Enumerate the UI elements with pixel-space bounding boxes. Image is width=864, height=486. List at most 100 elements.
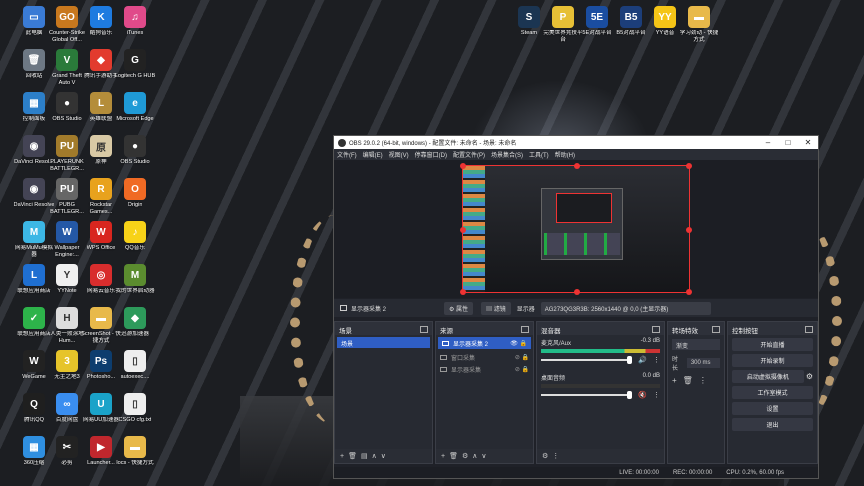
resize-handle[interactable] [460, 227, 466, 233]
menu-item[interactable]: 工具(T) [529, 150, 549, 159]
desktop-icon-label: 原神 [95, 159, 107, 165]
desktop-icon-label: Launcher... [87, 460, 115, 466]
obs-window[interactable]: OBS 29.0.2 (64-bit, windows) - 配置文件: 未命名… [333, 135, 819, 479]
desktop-icon[interactable]: O Origin [114, 178, 156, 209]
gear-icon[interactable]: ⚙ [462, 452, 468, 460]
gear-icon[interactable]: ⚙ [542, 452, 548, 460]
more-icon[interactable]: ⋮ [699, 376, 707, 385]
trash-icon[interactable]: 🗑 [449, 452, 458, 460]
volume-slider[interactable]: 🔊 ⋮ [541, 356, 660, 364]
menu-bar: 文件(F) 编辑(E) 视图(V) 停靠窗口(D) 配置文件(P) 场景集合(S) 工具(T… [334, 149, 818, 160]
desktop-icon[interactable]: ● OBS Studio [114, 135, 156, 166]
source-item[interactable]: 显示器采集 ⊘ 🔒 [436, 363, 533, 375]
obs-icon: ● [56, 92, 78, 114]
exit-button[interactable]: 退出 [732, 418, 813, 431]
resize-handle[interactable] [574, 289, 580, 295]
start-recording-button[interactable]: 开始录制 [732, 354, 813, 367]
audio-channel: 麦克风/Aux -0.3 dB [541, 338, 660, 347]
lock-icon[interactable]: 🔒 [522, 366, 529, 373]
lock-icon[interactable]: 🔒 [522, 354, 529, 361]
more-icon[interactable]: ⋮ [653, 356, 660, 364]
gear-icon[interactable]: ⚙ [806, 372, 813, 381]
resize-handle[interactable] [460, 289, 466, 295]
eye-icon[interactable]: 👁 [510, 340, 518, 347]
display-select[interactable]: AG273QG3R3B: 2560x1440 @ 0,0 (主显示器) [540, 301, 711, 315]
resize-handle[interactable] [686, 163, 692, 169]
trash-icon[interactable]: 🗑 [683, 376, 693, 385]
lenovo-store-icon: L [23, 264, 45, 286]
desktop-icon-label: 必剪 [61, 460, 73, 466]
launcher-icon: ▶ [90, 436, 112, 458]
uu-icon: U [90, 393, 112, 415]
properties-button[interactable]: ⚙ 属性 [444, 301, 474, 315]
text-file-icon: ▯ [124, 393, 146, 415]
duration-input[interactable]: 300 ms [686, 358, 720, 368]
lock-icon[interactable]: 🔒 [520, 340, 527, 347]
scene-item[interactable]: 场景 [337, 337, 430, 348]
down-icon[interactable]: ∨ [381, 452, 386, 460]
speaker-muted-icon[interactable]: 🔇 [638, 391, 647, 399]
desktop-icon[interactable]: ◆ 迅游加速器 [114, 307, 156, 338]
resize-handle[interactable] [686, 289, 692, 295]
tencent-mobile-icon: ◆ [90, 49, 112, 71]
start-virtual-camera-button[interactable]: 启动虚拟摄像机 [732, 370, 804, 383]
desktop-icon[interactable]: ♪ QQ音乐 [114, 221, 156, 252]
recycle-bin-icon: 🗑 [23, 49, 45, 71]
maximize-button[interactable]: □ [778, 138, 798, 147]
more-icon[interactable]: ⋮ [653, 391, 660, 399]
more-icon[interactable]: ⋮ [552, 452, 559, 460]
dock-title: 混音器 [537, 322, 664, 335]
source-item[interactable]: 显示器采集 2 👁 🔒 [438, 337, 531, 349]
desktop-icon[interactable]: e Microsoft Edge [114, 92, 156, 123]
up-icon[interactable]: ∧ [472, 452, 477, 460]
speaker-icon[interactable]: 🔊 [638, 356, 647, 364]
desktop-icon[interactable]: G Logitech G HUB [114, 49, 156, 80]
desktop-icon[interactable]: ▬ locs - 快捷方式 [114, 436, 156, 467]
desktop-icon-label: 我的世界启动器 [115, 288, 155, 294]
menu-item[interactable]: 文件(F) [337, 150, 357, 159]
add-icon[interactable]: + [672, 376, 677, 385]
menu-item[interactable]: 配置文件(P) [453, 150, 485, 159]
davinci-icon: ◉ [23, 135, 45, 157]
desktop-icon[interactable]: ▯ autoexec.... [114, 350, 156, 381]
trash-icon[interactable]: 🗑 [348, 452, 357, 460]
minimize-button[interactable]: – [758, 138, 778, 147]
desktop-icon-label: OBS Studio [52, 116, 82, 122]
origin-icon: O [124, 178, 146, 200]
menu-item[interactable]: 场景集合(S) [491, 150, 523, 159]
bijian-icon: ✂ [56, 436, 78, 458]
menu-item[interactable]: 视图(V) [389, 150, 409, 159]
add-icon[interactable]: + [441, 453, 445, 460]
settings-button[interactable]: 设置 [732, 402, 813, 415]
up-icon[interactable]: ∧ [372, 452, 377, 460]
eye-hidden-icon[interactable]: ⊘ [515, 366, 520, 373]
menu-item[interactable]: 停靠窗口(D) [415, 150, 447, 159]
add-icon[interactable]: + [340, 453, 344, 460]
desktop-icon[interactable]: ▯ CSGO cfg.txt [114, 393, 156, 424]
b5-icon: B5 [620, 6, 642, 28]
close-button[interactable]: ✕ [798, 138, 818, 147]
filter-icon[interactable]: ▤ [361, 452, 368, 460]
source-item[interactable]: 窗口采集 ⊘ 🔒 [436, 351, 533, 363]
resize-handle[interactable] [460, 163, 466, 169]
filters-button[interactable]: ▤ 滤镜 [481, 301, 511, 315]
perfect-world-icon: P [552, 6, 574, 28]
menu-item[interactable]: 帮助(H) [555, 150, 575, 159]
desktop-icon[interactable]: ▬ 学习劲动 - 快捷方式 [678, 6, 720, 44]
davinci-icon: ◉ [23, 178, 45, 200]
title-bar[interactable]: OBS 29.0.2 (64-bit, windows) - 配置文件: 未命名… [334, 136, 818, 149]
volume-slider[interactable]: 🔇 ⋮ [541, 391, 660, 399]
preview-area[interactable] [334, 160, 818, 298]
down-icon[interactable]: ∨ [481, 452, 486, 460]
resize-handle[interactable] [686, 227, 692, 233]
desktop-icon-label: iTunes [126, 30, 144, 36]
desktop-icon[interactable]: ♫ iTunes [114, 6, 156, 37]
menu-item[interactable]: 编辑(E) [363, 150, 383, 159]
resize-handle[interactable] [574, 163, 580, 169]
eye-hidden-icon[interactable]: ⊘ [515, 354, 520, 361]
desktop-icon[interactable]: M 我的世界启动器 [114, 264, 156, 295]
preview-canvas[interactable] [460, 163, 692, 295]
studio-mode-button[interactable]: 工作室模式 [732, 386, 813, 399]
transition-select[interactable]: 渐变 [672, 339, 720, 350]
start-streaming-button[interactable]: 开始直播 [732, 338, 813, 351]
